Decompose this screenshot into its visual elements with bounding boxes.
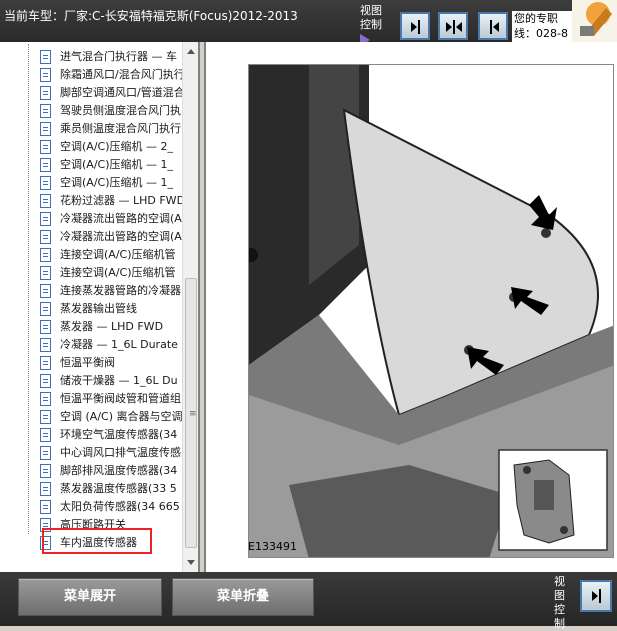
tree-item[interactable]: 连接空调(A/C)压缩机管: [40, 264, 182, 282]
view-control-label: 视图控制: [360, 4, 384, 46]
document-icon: [40, 392, 51, 406]
tree-item[interactable]: 连接空调(A/C)压缩机管: [40, 246, 182, 264]
split-arrows-icon: [446, 20, 462, 34]
document-icon: [40, 284, 51, 298]
tree-item[interactable]: 蒸发器温度传感器(33 5: [40, 480, 182, 498]
document-icon: [40, 176, 51, 190]
tree-item[interactable]: 空调(A/C)压缩机 — 2_: [40, 138, 182, 156]
document-icon: [40, 68, 51, 82]
menu-expand-button[interactable]: 菜单展开: [18, 578, 162, 616]
tree-scrollbar[interactable]: ≡: [182, 42, 198, 572]
menu-tree[interactable]: 进气混合门执行器 — 车 除霜通风口/混合风门执行 脚部空调通风口/管道混合 驾…: [0, 44, 182, 570]
tree-item[interactable]: 冷凝器 — 1_6L Durate: [40, 336, 182, 354]
figure-id-label: E133491: [248, 540, 297, 553]
current-car-type: 当前车型：厂家:C-长安福特福克斯(Focus)2012-2013: [4, 9, 298, 23]
tree-item[interactable]: 中心调风口排气温度传感: [40, 444, 182, 462]
tree-item[interactable]: 驾驶员侧温度混合风门执: [40, 102, 182, 120]
tree-item[interactable]: 乘员侧温度混合风门执行: [40, 120, 182, 138]
tree-item[interactable]: 冷凝器流出管路的空调(A: [40, 210, 182, 228]
tree-item[interactable]: 蒸发器 — LHD FWD: [40, 318, 182, 336]
tree-item[interactable]: 脚部空调通风口/管道混合: [40, 84, 182, 102]
document-icon: [40, 446, 51, 460]
tree-item[interactable]: 脚部排风温度传感器(34: [40, 462, 182, 480]
document-icon: [40, 356, 51, 370]
document-icon: [40, 50, 51, 64]
view-control-label-bottom: 视图控制: [554, 575, 565, 630]
scroll-up-icon[interactable]: [183, 44, 199, 60]
tree-item[interactable]: 连接蒸发器管路的冷凝器: [40, 282, 182, 300]
tree-item[interactable]: 冷凝器流出管路的空调(A: [40, 228, 182, 246]
tree-item[interactable]: 进气混合门执行器 — 车: [40, 48, 182, 66]
arrow-right-bar-icon: [592, 589, 601, 603]
document-icon: [40, 428, 51, 442]
document-icon: [40, 104, 51, 118]
menu-collapse-button[interactable]: 菜单折叠: [172, 578, 314, 616]
promo-text: 您的专职 线：028-8: [512, 11, 572, 42]
document-icon: [40, 248, 51, 262]
tree-item[interactable]: 空调(A/C)压缩机 — 1_: [40, 174, 182, 192]
component-location-drawing: [249, 65, 613, 557]
scrollbar-thumb[interactable]: ≡: [185, 278, 197, 548]
document-icon: [40, 302, 51, 316]
document-icon: [40, 410, 51, 424]
tree-item[interactable]: 储液干燥器 — 1_6L Du: [40, 372, 182, 390]
tree-item[interactable]: 太阳负荷传感器(34 665: [40, 498, 182, 516]
brand-logo: [572, 0, 617, 42]
brand-logo-icon: [572, 0, 617, 42]
tree-connector-line: [28, 44, 29, 534]
document-icon: [40, 338, 51, 352]
arrow-right-bar-icon: [411, 20, 420, 34]
arrow-left-bar-icon: [490, 20, 499, 34]
document-icon: [40, 122, 51, 136]
grip-icon: ≡: [189, 409, 197, 419]
document-icon: [40, 266, 51, 280]
scroll-down-icon[interactable]: [183, 554, 199, 570]
view-right-button[interactable]: [400, 12, 430, 40]
document-icon: [40, 500, 51, 514]
document-icon: [40, 194, 51, 208]
view-right-button-bottom[interactable]: [580, 580, 612, 612]
technical-illustration: [248, 64, 614, 558]
document-icon: [40, 464, 51, 478]
tree-item[interactable]: 环境空气温度传感器(34: [40, 426, 182, 444]
tree-item[interactable]: 空调(A/C)压缩机 — 1_: [40, 156, 182, 174]
top-toolbar: 当前车型：厂家:C-长安福特福克斯(Focus)2012-2013 视图控制 您…: [0, 0, 617, 46]
tree-item[interactable]: 恒温平衡阀: [40, 354, 182, 372]
document-icon: [40, 230, 51, 244]
tree-item[interactable]: 除霜通风口/混合风门执行: [40, 66, 182, 84]
content-panel: E133491: [204, 42, 617, 572]
tree-item[interactable]: 空调 (A/C) 离合器与空调: [40, 408, 182, 426]
document-icon: [40, 320, 51, 334]
menu-tree-panel: 进气混合门执行器 — 车 除霜通风口/混合风门执行 脚部空调通风口/管道混合 驾…: [0, 42, 200, 572]
document-icon: [40, 158, 51, 172]
view-left-button[interactable]: [478, 12, 508, 40]
view-split-button[interactable]: [438, 12, 468, 40]
document-icon: [40, 374, 51, 388]
tree-item[interactable]: 蒸发器输出管线: [40, 300, 182, 318]
document-icon: [40, 86, 51, 100]
tree-item[interactable]: 花粉过滤器 — LHD FWD: [40, 192, 182, 210]
document-icon: [40, 212, 51, 226]
bottom-toolbar: 菜单展开 菜单折叠 视图控制: [0, 572, 617, 630]
document-icon: [40, 140, 51, 154]
document-icon: [40, 482, 51, 496]
tree-item[interactable]: 恒温平衡阀歧管和管道组: [40, 390, 182, 408]
highlight-box: [42, 528, 152, 554]
